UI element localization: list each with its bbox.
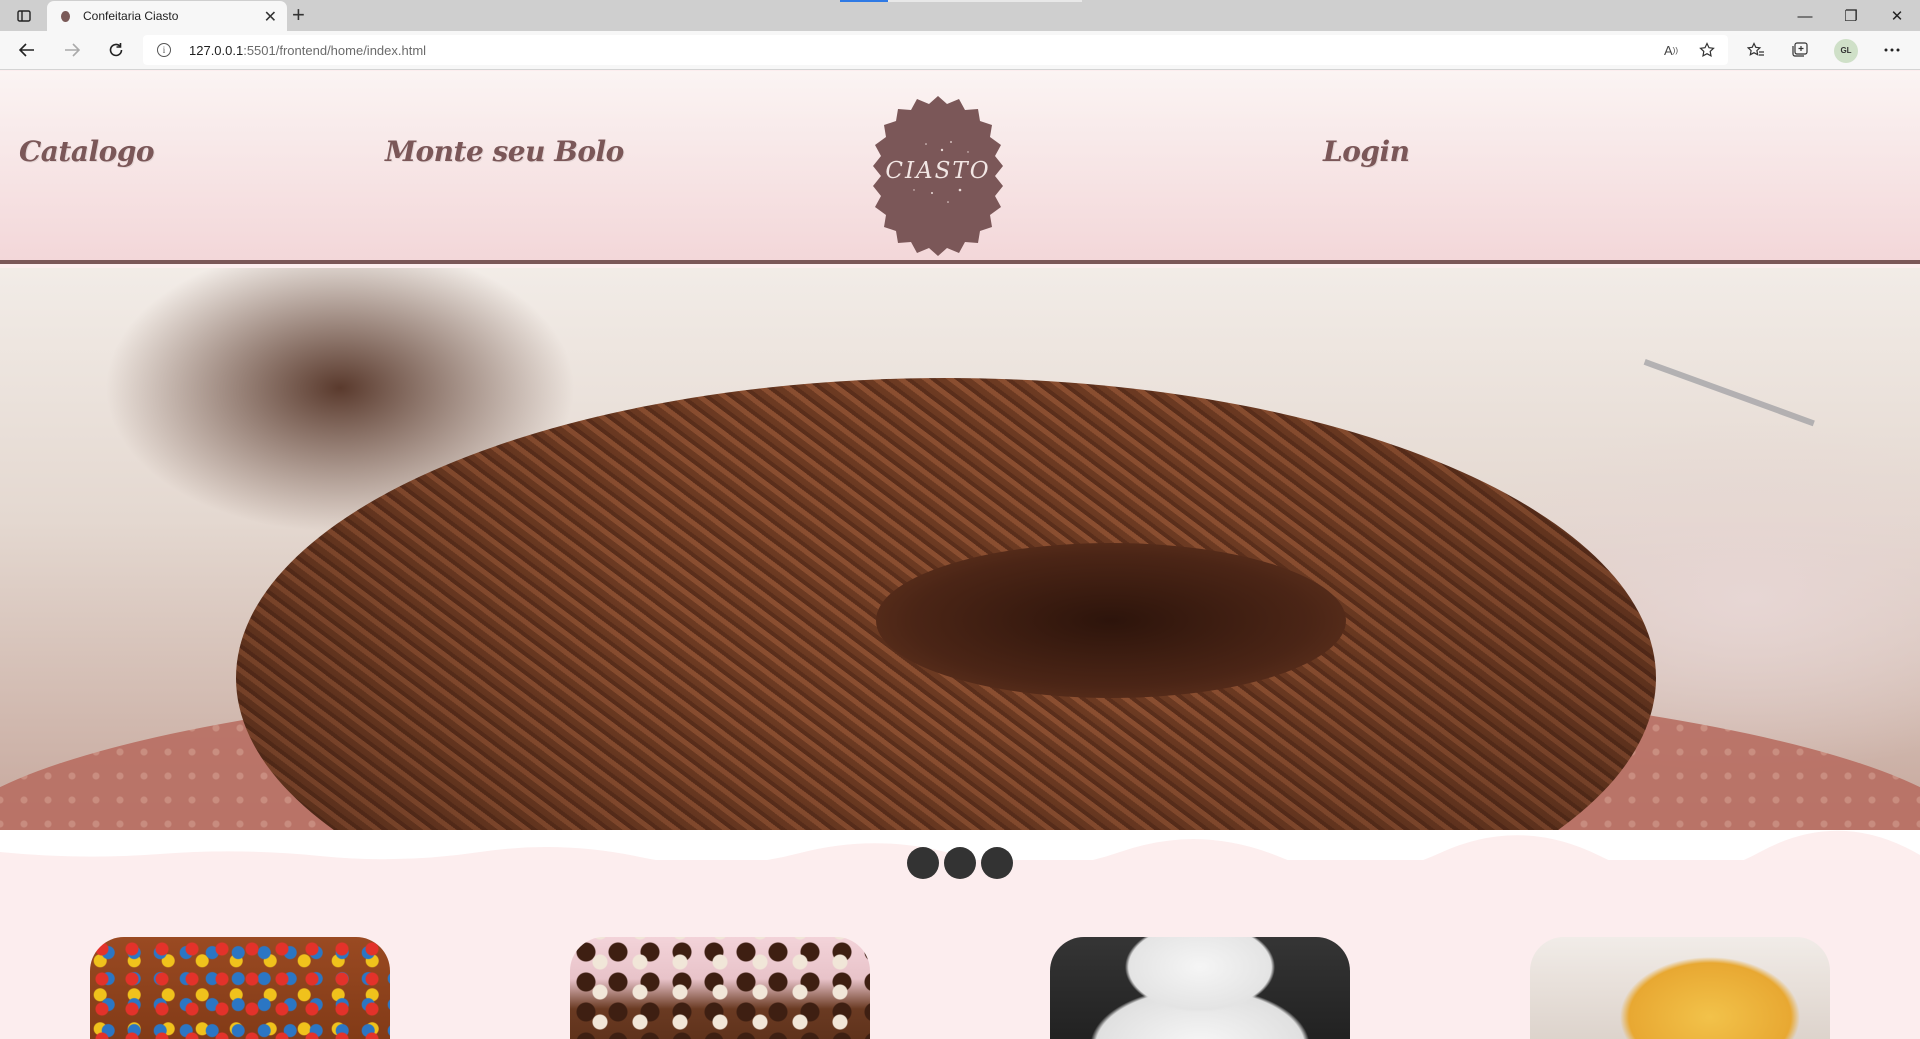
- product-card-sponge-cake[interactable]: [1530, 937, 1830, 1039]
- tab-actions-icon[interactable]: [10, 5, 38, 27]
- nav-link-login[interactable]: Login: [1323, 135, 1410, 168]
- url-host: 127.0.0.1: [189, 43, 244, 58]
- carousel-dot-3[interactable]: [981, 847, 1013, 879]
- tab-close-icon[interactable]: ✕: [264, 7, 277, 27]
- chocolate-cake-shape: [236, 378, 1656, 830]
- carousel-dot-2[interactable]: [944, 847, 976, 879]
- product-card-brigadeiro-cake[interactable]: [570, 937, 870, 1039]
- page-viewport: Catalogo Monte seu Bolo CIASTO Login: [0, 71, 1920, 1039]
- browser-toolbar: i 127.0.0.1:5501/frontend/home/index.htm…: [0, 31, 1920, 70]
- site-info-icon[interactable]: i: [157, 43, 171, 57]
- product-card-white-cake[interactable]: [1050, 937, 1350, 1039]
- forward-arrow-icon[interactable]: [58, 38, 86, 62]
- tab-title: Confeitaria Ciasto: [83, 9, 179, 23]
- loading-track: [888, 0, 1082, 2]
- profile-avatar[interactable]: GL: [1834, 39, 1858, 63]
- carousel-dots: [907, 847, 1013, 879]
- browser-tab-strip: Confeitaria Ciasto ✕ + — ❐ ✕: [0, 0, 1920, 32]
- read-aloud-icon[interactable]: A)): [1660, 41, 1682, 59]
- brand-logo[interactable]: CIASTO: [856, 94, 1020, 258]
- refresh-icon[interactable]: [102, 38, 130, 62]
- nav-link-catalog[interactable]: Catalogo: [19, 135, 155, 168]
- hero-banner-image: [0, 268, 1920, 830]
- address-bar[interactable]: i 127.0.0.1:5501/frontend/home/index.htm…: [143, 35, 1728, 65]
- url-path: :5501/frontend/home/index.html: [243, 43, 427, 58]
- loading-indicator: [840, 0, 888, 2]
- logo-text: CIASTO: [885, 158, 991, 184]
- close-window-button[interactable]: ✕: [1874, 4, 1920, 28]
- product-cards: [0, 937, 1920, 1039]
- collections-icon[interactable]: [1786, 38, 1814, 62]
- fork-shape: [1625, 359, 1815, 477]
- site-header: Catalogo Monte seu Bolo CIASTO Login: [0, 71, 1920, 264]
- back-arrow-icon[interactable]: [13, 38, 41, 62]
- url-text: 127.0.0.1:5501/frontend/home/index.html: [189, 43, 426, 58]
- carousel-dot-1[interactable]: [907, 847, 939, 879]
- browser-tab-active[interactable]: Confeitaria Ciasto ✕: [47, 1, 287, 32]
- product-card-kitkat-cake[interactable]: [90, 937, 390, 1039]
- nav-link-build-cake[interactable]: Monte seu Bolo: [385, 135, 624, 168]
- cake-center-hole: [876, 543, 1346, 698]
- favorites-icon[interactable]: [1742, 38, 1770, 62]
- more-menu-icon[interactable]: [1878, 38, 1906, 62]
- minimize-button[interactable]: —: [1782, 4, 1828, 28]
- restore-button[interactable]: ❐: [1828, 4, 1874, 28]
- new-tab-button[interactable]: +: [292, 2, 305, 28]
- add-favorite-icon[interactable]: [1696, 41, 1718, 59]
- favicon-icon: [61, 11, 70, 22]
